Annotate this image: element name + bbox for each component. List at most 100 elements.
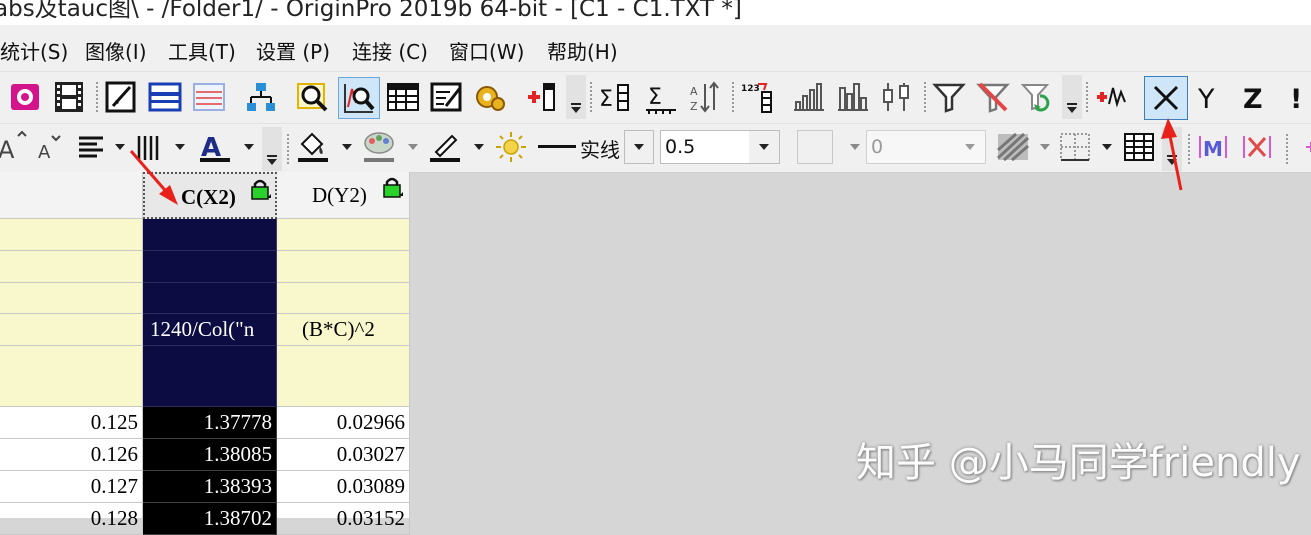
tree-icon[interactable]: [244, 80, 278, 114]
sparkline-cell[interactable]: [143, 346, 277, 407]
horizontal-lines-icon[interactable]: [148, 80, 182, 114]
add-column-icon[interactable]: [524, 80, 558, 114]
edit-sheet-icon[interactable]: [430, 80, 464, 114]
line-style-combo[interactable]: 实线: [536, 130, 656, 164]
more-icon[interactable]: [1294, 130, 1311, 164]
disabled-combo-dropdown[interactable]: [955, 131, 985, 163]
toolbar-overflow[interactable]: [566, 75, 586, 119]
metadata-cell[interactable]: [0, 219, 143, 251]
set-as-x-icon[interactable]: [1144, 76, 1188, 120]
border-dropdown[interactable]: [1102, 144, 1112, 150]
data-cell[interactable]: 1.37778: [143, 407, 277, 439]
line-width-dropdown[interactable]: [749, 131, 779, 163]
line-style-dropdown[interactable]: [624, 130, 654, 164]
formula-cell-d[interactable]: (B*C)^2: [277, 314, 410, 346]
sparkline-cell[interactable]: [277, 346, 410, 407]
layers-icon[interactable]: [192, 80, 226, 114]
toolbar-overflow[interactable]: [1162, 127, 1182, 171]
filter-icon[interactable]: [932, 80, 966, 114]
align-icon[interactable]: [76, 130, 110, 164]
font-color-icon[interactable]: A: [198, 130, 232, 164]
number-set-icon[interactable]: 123: [740, 80, 774, 114]
swatch-dropdown[interactable]: [850, 144, 860, 150]
line-color-icon[interactable]: [428, 130, 462, 164]
bar-chart-icon[interactable]: [792, 80, 826, 114]
toolbar-overflow[interactable]: [262, 127, 282, 171]
menu-image[interactable]: 图像(I): [85, 36, 147, 65]
menu-settings[interactable]: 设置 (P): [256, 36, 330, 65]
metadata-cell[interactable]: [143, 251, 277, 283]
add-plot-icon[interactable]: [1094, 80, 1128, 114]
data-cell[interactable]: 0.127: [0, 471, 143, 503]
data-cell[interactable]: 1.38702: [143, 503, 277, 535]
hatch-icon[interactable]: [996, 130, 1030, 164]
disabled-combo[interactable]: 0: [866, 130, 986, 164]
data-cell[interactable]: 0.03089: [277, 471, 410, 503]
sparkline-cell[interactable]: [0, 346, 143, 407]
data-cell[interactable]: 1.38085: [143, 439, 277, 471]
decrease-font-icon[interactable]: A: [36, 130, 70, 164]
unmerge-icon[interactable]: [1240, 130, 1274, 164]
fill-color-icon[interactable]: [296, 130, 330, 164]
increase-font-icon[interactable]: A: [0, 130, 30, 164]
metadata-cell[interactable]: [277, 283, 410, 314]
metadata-cell[interactable]: [143, 219, 277, 251]
data-cell[interactable]: 1.38393: [143, 471, 277, 503]
swatch-icon[interactable]: [797, 130, 833, 164]
sigma-sum-icon[interactable]: Σ: [598, 80, 632, 114]
data-cell[interactable]: 0.02966: [277, 407, 410, 439]
data-cell[interactable]: 0.128: [0, 503, 143, 535]
column-width-icon[interactable]: [134, 130, 168, 164]
pattern-color-icon[interactable]: [362, 130, 396, 164]
column-header-c[interactable]: C(X2): [143, 172, 277, 219]
clear-filter-icon[interactable]: [976, 80, 1010, 114]
data-cell[interactable]: 0.03152: [277, 503, 410, 535]
gear-icon[interactable]: [472, 80, 506, 114]
column-header-d[interactable]: D(Y2): [277, 172, 410, 219]
line-color-dropdown[interactable]: [474, 144, 484, 150]
worksheet-icon[interactable]: [386, 80, 420, 114]
record-icon[interactable]: [8, 80, 42, 114]
font-color-dropdown[interactable]: [244, 144, 254, 150]
brightness-icon[interactable]: [494, 130, 528, 164]
box-chart-icon[interactable]: [880, 80, 914, 114]
sort-icon[interactable]: AZ: [688, 80, 722, 114]
pattern-color-dropdown[interactable]: [408, 144, 418, 150]
column-width-dropdown[interactable]: [175, 144, 185, 150]
table-icon[interactable]: [1122, 130, 1156, 164]
zoom-icon[interactable]: [296, 80, 330, 114]
menu-tools[interactable]: 工具(T): [168, 36, 236, 65]
data-cell[interactable]: 0.125: [0, 407, 143, 439]
set-as-error-icon[interactable]: !: [1286, 80, 1311, 114]
histogram-icon[interactable]: [836, 80, 870, 114]
menu-help[interactable]: 帮助(H): [547, 36, 618, 65]
notes-icon[interactable]: [104, 80, 138, 114]
menu-statistics[interactable]: 统计(S): [0, 36, 68, 65]
menu-window[interactable]: 窗口(W): [449, 36, 524, 65]
data-cell[interactable]: 0.126: [0, 439, 143, 471]
formula-cell-c[interactable]: 1240/Col("n: [143, 314, 277, 346]
metadata-cell[interactable]: [143, 283, 277, 314]
reapply-filter-icon[interactable]: [1020, 80, 1054, 114]
fill-color-dropdown[interactable]: [342, 144, 352, 150]
line-width-combo[interactable]: 0.5: [660, 130, 780, 164]
formula-cell[interactable]: [0, 314, 143, 346]
zoom-data-icon[interactable]: [338, 77, 380, 119]
sigma-stats-icon[interactable]: Σ: [644, 80, 678, 114]
column-header-a[interactable]: [0, 172, 143, 219]
border-icon[interactable]: [1058, 130, 1092, 164]
set-as-y-icon[interactable]: Y: [1194, 80, 1228, 114]
menu-connect[interactable]: 连接 (C): [352, 36, 428, 65]
metadata-cell[interactable]: [277, 219, 410, 251]
toolbar-overflow[interactable]: [1062, 75, 1082, 119]
merge-icon[interactable]: M: [1196, 130, 1230, 164]
align-dropdown[interactable]: [115, 144, 125, 150]
data-cell[interactable]: 0.03027: [277, 439, 410, 471]
metadata-cell[interactable]: [0, 283, 143, 314]
metadata-cell[interactable]: [0, 251, 143, 283]
metadata-cell[interactable]: [277, 251, 410, 283]
svg-text:Z: Z: [1243, 84, 1263, 114]
film-icon[interactable]: [52, 80, 86, 114]
set-as-z-icon[interactable]: Z: [1238, 80, 1272, 114]
hatch-dropdown[interactable]: [1040, 144, 1050, 150]
